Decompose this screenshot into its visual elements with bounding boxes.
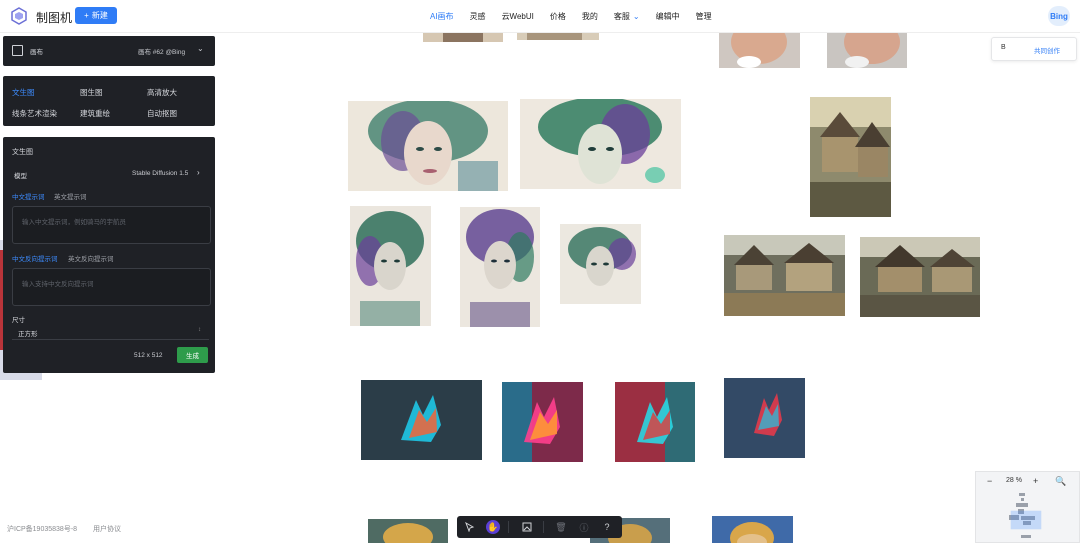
size-select[interactable]: 正方形 ↕	[12, 326, 209, 340]
canvas-image[interactable]	[368, 519, 448, 543]
nav-item-mine[interactable]: 我的	[582, 11, 598, 22]
tab-prompt-en[interactable]: 英文提示词	[54, 191, 87, 201]
nav-item-inspiration[interactable]: 灵感	[470, 11, 486, 22]
canvas-image[interactable]	[712, 516, 793, 543]
canvas-image[interactable]	[361, 380, 482, 460]
canvas-image[interactable]	[520, 99, 681, 189]
select-tool-icon[interactable]	[463, 520, 477, 534]
nav-item-ai-canvas[interactable]: AI画布	[430, 11, 454, 22]
mode-auto-cutout[interactable]: 自动抠图	[147, 108, 177, 119]
icp-link[interactable]: 沪ICP备19035838号-8	[7, 524, 77, 534]
size-label: 尺寸	[12, 317, 25, 324]
mode-text-to-image[interactable]: 文生图	[12, 87, 35, 98]
canvas-name: 画布 #62 @Bing	[138, 49, 186, 56]
negative-prompt-input[interactable]: 输入支持中文反向提示词	[12, 268, 211, 306]
canvas-image[interactable]	[860, 237, 980, 317]
terms-link[interactable]: 用户协议	[93, 524, 121, 534]
model-label: 模型	[14, 173, 27, 180]
main-nav: AI画布 灵感 云WebUI 价格 我的 客服 ⌄ 编辑中 管理	[430, 0, 728, 32]
canvas-image[interactable]	[724, 378, 805, 458]
text-to-image-panel: 文生图 模型 Stable Diffusion 1.5 › 中文提示词 英文提示…	[3, 137, 215, 373]
mode-line-art[interactable]: 线条艺术渲染	[12, 108, 57, 119]
plus-icon: +	[84, 11, 89, 20]
collab-avatar: B	[1001, 44, 1006, 51]
canvas-image[interactable]	[517, 32, 599, 40]
canvas-toolbar: ✋ 🗑 ⓘ ?	[457, 516, 622, 538]
canvas-image[interactable]	[615, 382, 695, 462]
prompt-placeholder: 输入中文提示词，例如骑马的宇航员	[22, 219, 126, 226]
select-arrows-icon: ↕	[198, 327, 201, 333]
chevron-right-icon[interactable]: ›	[197, 168, 200, 177]
canvas-image[interactable]	[810, 97, 891, 217]
chevron-down-icon: ⌄	[632, 11, 640, 21]
tab-prompt-cn[interactable]: 中文提示词	[12, 191, 45, 201]
co-create-button[interactable]: 共同创作	[1034, 45, 1060, 55]
canvas-image[interactable]	[827, 32, 907, 68]
canvas-icon	[12, 45, 23, 56]
mode-architecture[interactable]: 建筑重绘	[80, 108, 110, 119]
minimap[interactable]	[1001, 491, 1046, 539]
zoom-out-icon[interactable]: −	[987, 476, 992, 486]
zoom-in-icon[interactable]: +	[1033, 476, 1038, 486]
mode-upscale[interactable]: 高清放大	[147, 87, 177, 98]
nav-item-support[interactable]: 客服 ⌄	[614, 11, 640, 22]
canvas-image[interactable]	[724, 235, 845, 316]
panel-title: 文生图	[12, 149, 33, 156]
tab-negative-en[interactable]: 英文反向提示词	[68, 253, 114, 263]
canvas-image[interactable]	[423, 32, 503, 42]
nav-item-manage[interactable]: 管理	[696, 11, 712, 22]
info-icon[interactable]: ⓘ	[577, 520, 591, 534]
mode-panel: 文生图 图生图 高清放大 线条艺术渲染 建筑重绘 自动抠图	[3, 76, 215, 126]
canvas-image[interactable]	[719, 32, 800, 68]
canvas-image[interactable]	[348, 101, 508, 191]
nav-item-editing[interactable]: 编辑中	[656, 11, 680, 22]
help-icon[interactable]: ?	[600, 520, 614, 534]
canvas-image[interactable]	[350, 206, 431, 326]
image-tool-icon[interactable]	[520, 520, 534, 534]
resolution-text: 512 x 512	[134, 352, 163, 359]
nav-item-pricing[interactable]: 价格	[550, 11, 566, 22]
hand-tool-icon[interactable]: ✋	[486, 520, 500, 534]
co-create-widget[interactable]: B 共同创作	[991, 37, 1077, 61]
negative-prompt-placeholder: 输入支持中文反向提示词	[22, 281, 94, 288]
chevron-down-icon[interactable]: ⌄	[197, 44, 204, 53]
app-title: 制图机	[36, 11, 73, 25]
canvas-image[interactable]	[560, 224, 641, 304]
user-avatar[interactable]: Bing	[1048, 6, 1070, 26]
prompt-input[interactable]: 输入中文提示词，例如骑马的宇航员	[12, 206, 211, 244]
model-value[interactable]: Stable Diffusion 1.5	[132, 170, 188, 177]
canvas-image[interactable]	[502, 382, 583, 462]
new-button-label: 新建	[91, 11, 108, 20]
size-value: 正方形	[18, 331, 38, 338]
canvas-selector[interactable]: 画布 画布 #62 @Bing ⌄	[3, 36, 215, 66]
zoom-minimap: − 28 % + 🔍	[975, 471, 1080, 543]
canvas-image[interactable]	[460, 207, 540, 327]
nav-item-cloud-webui[interactable]: 云WebUI	[502, 11, 534, 22]
generate-button[interactable]: 生成	[177, 347, 208, 363]
zoom-level: 28 %	[1006, 477, 1022, 484]
mode-image-to-image[interactable]: 图生图	[80, 87, 103, 98]
zoom-fit-icon[interactable]: 🔍	[1055, 476, 1066, 487]
canvas-label: 画布	[30, 49, 43, 56]
trash-icon[interactable]: 🗑	[554, 520, 568, 534]
new-button[interactable]: + 新建	[75, 7, 117, 24]
top-header: 制图机 + 新建 AI画布 灵感 云WebUI 价格 我的 客服 ⌄ 编辑中 管理…	[0, 0, 1080, 33]
app-logo-icon	[11, 7, 27, 25]
tab-negative-cn[interactable]: 中文反向提示词	[12, 253, 58, 263]
